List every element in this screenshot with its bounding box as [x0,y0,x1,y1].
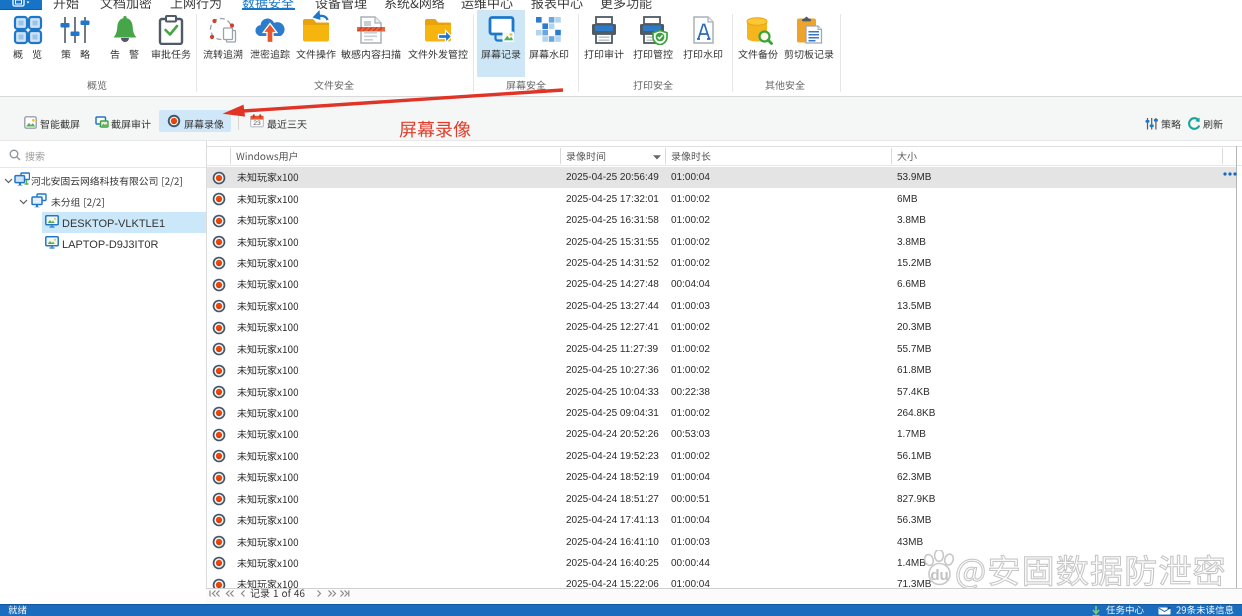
svg-text:du: du [930,567,948,584]
